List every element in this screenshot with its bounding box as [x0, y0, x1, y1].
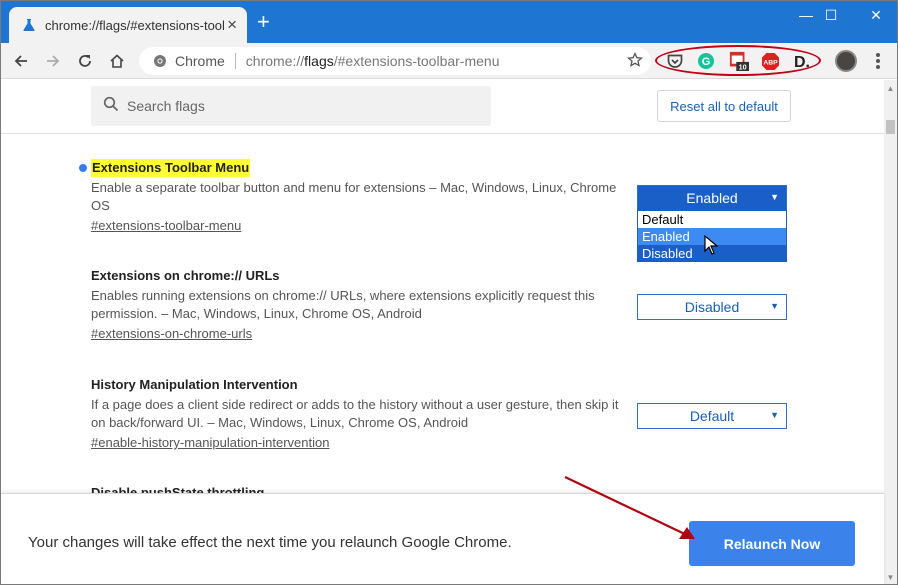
- caret-down-icon: ▼: [770, 192, 779, 202]
- tab-title: chrome://flags/#extensions-toolbar-menu: [45, 17, 225, 33]
- flag-description: If a page does a client side redirect or…: [91, 397, 619, 430]
- search-placeholder: Search flags: [127, 98, 205, 114]
- svg-text:D.: D.: [794, 54, 810, 70]
- browser-tab[interactable]: chrome://flags/#extensions-toolbar-menu …: [9, 7, 247, 43]
- caret-down-icon: ▼: [770, 301, 779, 311]
- calendar-icon[interactable]: 10: [729, 51, 749, 72]
- flag-extensions-on-chrome-urls: Extensions on chrome:// URLs Enables run…: [91, 267, 636, 343]
- close-window-button[interactable]: ✕: [853, 1, 898, 29]
- flag-history-manipulation-intervention: History Manipulation Intervention If a p…: [91, 376, 636, 452]
- mouse-cursor-icon: [704, 234, 719, 260]
- flag-title: History Manipulation Intervention: [91, 377, 298, 392]
- back-icon[interactable]: [9, 49, 33, 73]
- select-value: Default: [689, 408, 735, 424]
- omnibox-origin: Chrome: [175, 53, 225, 69]
- select-value: Enabled: [686, 190, 738, 206]
- page-scrollbar[interactable]: ▲ ▼: [884, 80, 897, 584]
- bookmark-star-icon[interactable]: [626, 51, 644, 73]
- modified-indicator-dot: [79, 164, 87, 172]
- adblock-plus-icon[interactable]: ABP: [760, 52, 780, 70]
- relaunch-message: Your changes will take effect the next t…: [28, 534, 512, 551]
- new-tab-button[interactable]: +: [257, 11, 270, 33]
- scroll-down-arrow-icon[interactable]: ▼: [884, 573, 897, 582]
- caret-down-icon: ▼: [770, 410, 779, 420]
- flag-select-extensions-toolbar-menu[interactable]: Enabled ▼: [637, 185, 787, 211]
- search-icon: [103, 96, 119, 117]
- home-icon[interactable]: [105, 49, 129, 73]
- pocket-icon[interactable]: [665, 52, 685, 70]
- forward-icon[interactable]: [41, 49, 65, 73]
- flag-description: Enable a separate toolbar button and men…: [91, 180, 617, 213]
- address-bar[interactable]: Chrome chrome://flags/#extensions-toolba…: [139, 47, 651, 75]
- title-bar: chrome://flags/#extensions-toolbar-menu …: [1, 1, 897, 43]
- flask-icon: [21, 17, 37, 33]
- scroll-thumb[interactable]: [886, 120, 895, 134]
- relaunch-footer: Your changes will take effect the next t…: [1, 493, 884, 584]
- scroll-up-arrow-icon[interactable]: ▲: [884, 84, 897, 93]
- option-default[interactable]: Default: [638, 211, 786, 228]
- flag-extensions-toolbar-menu: Extensions Toolbar Menu Enable a separat…: [91, 159, 636, 235]
- flag-title: Extensions on chrome:// URLs: [91, 268, 280, 283]
- tab-close-icon[interactable]: ×: [227, 16, 237, 33]
- annotation-arrow: [564, 476, 695, 539]
- grammarly-icon[interactable]: G: [696, 52, 716, 70]
- flag-select-history-manipulation-intervention[interactable]: Default ▼: [637, 403, 787, 429]
- flag-anchor-link[interactable]: #extensions-on-chrome-urls: [91, 325, 252, 343]
- relaunch-now-button[interactable]: Relaunch Now: [689, 521, 855, 566]
- select-value: Disabled: [684, 299, 740, 315]
- omnibox-divider: [234, 53, 236, 69]
- browser-toolbar: Chrome chrome://flags/#extensions-toolba…: [1, 43, 897, 79]
- flags-header: Search flags Reset all to default: [1, 80, 884, 134]
- svg-text:ABP: ABP: [763, 59, 778, 66]
- flag-select-extensions-on-chrome-urls[interactable]: Disabled ▼: [637, 294, 787, 320]
- flag-title: Extensions Toolbar Menu: [91, 159, 251, 177]
- reload-icon[interactable]: [73, 49, 97, 73]
- search-flags-input[interactable]: Search flags: [91, 86, 491, 126]
- omnibox-url: chrome://flags/#extensions-toolbar-menu: [245, 53, 500, 69]
- reset-all-button[interactable]: Reset all to default: [657, 90, 791, 122]
- chrome-site-icon: [145, 54, 175, 68]
- flag-description: Enables running extensions on chrome:// …: [91, 288, 595, 321]
- svg-text:10: 10: [739, 63, 747, 72]
- more-menu-icon[interactable]: [873, 51, 883, 71]
- flag-anchor-link[interactable]: #extensions-toolbar-menu: [91, 217, 241, 235]
- maximize-button[interactable]: ☐: [808, 1, 854, 29]
- svg-text:G: G: [702, 56, 711, 68]
- profile-avatar[interactable]: [835, 50, 857, 72]
- flag-anchor-link[interactable]: #enable-history-manipulation-interventio…: [91, 434, 329, 452]
- d-extension-icon[interactable]: D.: [791, 52, 813, 70]
